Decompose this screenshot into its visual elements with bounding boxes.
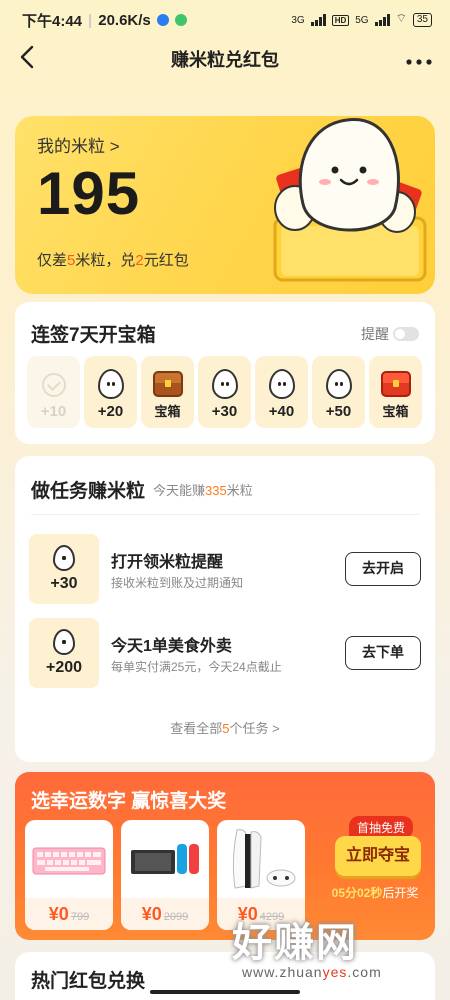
treasure-chest-icon bbox=[380, 371, 411, 397]
rice-mascot-icon bbox=[273, 118, 427, 282]
sign-day-7-chest[interactable]: 宝箱 bbox=[369, 356, 422, 428]
task-name: 今天1单美食外卖 bbox=[111, 638, 232, 655]
battery-icon: 35 bbox=[412, 13, 432, 27]
status-time: 下午4:44 bbox=[22, 12, 83, 30]
view-all-tasks-link[interactable]: 查看全部5个任务 > bbox=[15, 718, 435, 737]
prize-keyboard[interactable]: ¥0 799 bbox=[25, 820, 113, 930]
sign-day-2[interactable]: +20 bbox=[84, 356, 137, 428]
back-arrow-icon[interactable] bbox=[18, 45, 48, 74]
status-speed: 20.6K/s bbox=[98, 11, 151, 29]
home-indicator[interactable] bbox=[150, 990, 300, 994]
rice-icon bbox=[97, 369, 124, 399]
sign-day-6[interactable]: +50 bbox=[312, 356, 365, 428]
task-reward-badge: +200 bbox=[29, 618, 99, 688]
task-name: 打开领米粒提醒 bbox=[111, 554, 224, 571]
draw-countdown: 05分02秒后开奖 bbox=[331, 886, 419, 900]
task-item: +200 今天1单美食外卖 每单实付满25元，今天24点截止 去下单 bbox=[29, 618, 421, 690]
toggle-switch[interactable] bbox=[393, 327, 419, 341]
hot-exchange-title: 热门红包兑换 bbox=[31, 971, 146, 992]
nav-header: 赚米粒兑红包 bbox=[0, 40, 450, 78]
watermark-logo: 好赚网 bbox=[232, 921, 358, 965]
rice-icon bbox=[53, 545, 75, 571]
task-reward-badge: +30 bbox=[29, 534, 99, 604]
divider bbox=[31, 514, 419, 515]
task-desc: 接收米粒到账及过期通知 bbox=[111, 576, 244, 590]
messenger-icon bbox=[156, 14, 169, 26]
lucky-draw-card: 选幸运数字 赢惊喜大奖 ¥0 799 ¥0 2099 ¥0 4299 首抽免费 … bbox=[15, 772, 435, 940]
watermark-url: www.zhuanyes.com bbox=[242, 964, 382, 980]
rice-icon bbox=[325, 369, 352, 399]
hd-badge: HD bbox=[331, 14, 350, 26]
task-desc: 每单实付满25元，今天24点截止 bbox=[111, 660, 282, 674]
more-dots-icon[interactable] bbox=[406, 46, 432, 72]
net-label-3g: 3G bbox=[291, 14, 305, 26]
points-hint: 仅差5米粒，兑2元红包 bbox=[37, 252, 189, 269]
rice-icon bbox=[53, 629, 75, 655]
game-console-icon bbox=[131, 844, 199, 874]
net-label-5g: 5G bbox=[355, 14, 369, 26]
ps5-console-icon bbox=[232, 829, 296, 889]
rice-icon bbox=[268, 369, 295, 399]
wechat-icon bbox=[174, 14, 187, 26]
rice-icon bbox=[211, 369, 238, 399]
status-bar: 下午4:44 | 20.6K/s 3G HD 5G ⌔ 35 bbox=[0, 0, 450, 40]
page-title: 赚米粒兑红包 bbox=[171, 50, 279, 70]
sign-day-3-chest[interactable]: 宝箱 bbox=[141, 356, 194, 428]
enable-reminder-button[interactable]: 去开启 bbox=[345, 552, 421, 586]
sign-in-card: 连签7天开宝箱 提醒 +10 +20 宝箱 +30 +40 +50 宝箱 bbox=[15, 302, 435, 444]
place-order-button[interactable]: 去下单 bbox=[345, 636, 421, 670]
points-card: 我的米粒 > 195 仅差5米粒，兑2元红包 bbox=[15, 116, 435, 294]
lucky-title: 选幸运数字 赢惊喜大奖 bbox=[31, 791, 227, 812]
task-card: 做任务赚米粒 今天能赚335米粒 +30 打开领米粒提醒 接收米粒到账及过期通知… bbox=[15, 456, 435, 762]
treasure-chest-icon bbox=[152, 371, 183, 397]
sign-days: +10 +20 宝箱 +30 +40 +50 宝箱 bbox=[27, 356, 422, 428]
remind-toggle[interactable]: 提醒 bbox=[361, 324, 419, 344]
check-icon bbox=[41, 373, 66, 397]
sign-day-1: +10 bbox=[27, 356, 80, 428]
sign-day-4[interactable]: +30 bbox=[198, 356, 251, 428]
keyboard-icon bbox=[32, 847, 106, 875]
signal-icon bbox=[374, 14, 390, 26]
sign-day-5[interactable]: +40 bbox=[255, 356, 308, 428]
signal-icon bbox=[310, 14, 326, 26]
wifi-icon: ⌔ bbox=[395, 11, 407, 25]
task-subtitle: 今天能赚335米粒 bbox=[153, 483, 253, 498]
task-item: +30 打开领米粒提醒 接收米粒到账及过期通知 去开启 bbox=[29, 534, 421, 606]
prize-game-console[interactable]: ¥0 2099 bbox=[121, 820, 209, 930]
sign-in-title: 连签7天开宝箱 bbox=[31, 325, 156, 346]
task-title: 做任务赚米粒 bbox=[31, 481, 146, 502]
grab-now-button[interactable]: 立即夺宝 bbox=[335, 836, 421, 876]
